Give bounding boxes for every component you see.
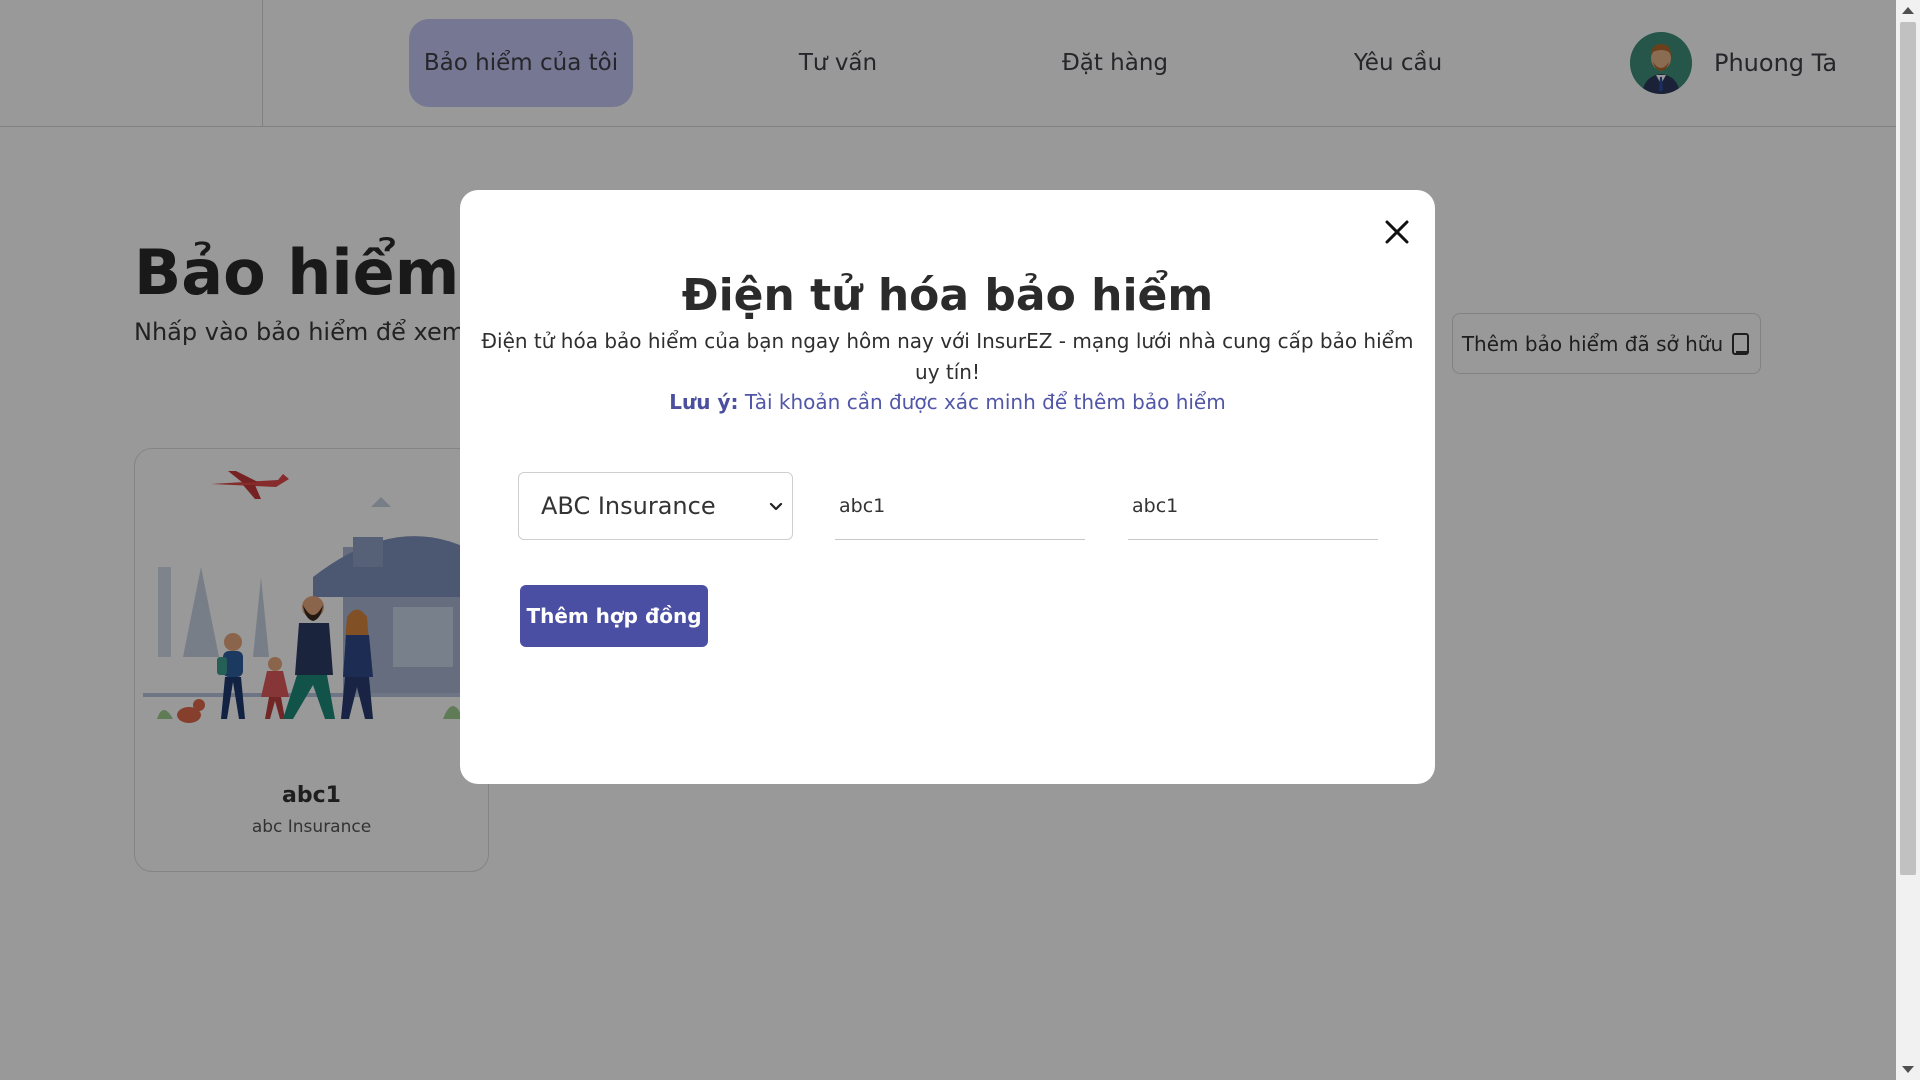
scrollbar[interactable] xyxy=(1896,0,1920,1080)
modal-note: Lưu ý: Tài khoản cần được xác minh để th… xyxy=(460,390,1435,414)
modal-note-text: Tài khoản cần được xác minh để thêm bảo … xyxy=(744,390,1226,414)
scroll-thumb[interactable] xyxy=(1900,22,1916,875)
scroll-down-icon[interactable] xyxy=(1902,1066,1914,1073)
modal-title: Điện tử hóa bảo hiểm xyxy=(681,270,1214,321)
close-icon[interactable] xyxy=(1379,214,1415,250)
digitize-insurance-modal: Điện tử hóa bảo hiểm Điện tử hóa bảo hiể… xyxy=(460,190,1435,784)
add-contract-button[interactable]: Thêm hợp đồng xyxy=(520,585,708,647)
modal-description: Điện tử hóa bảo hiểm của bạn ngay hôm na… xyxy=(481,329,1414,384)
contract-field-1[interactable] xyxy=(835,472,1085,540)
provider-select[interactable]: ABC Insurance xyxy=(518,472,793,540)
provider-select-value: ABC Insurance xyxy=(541,492,716,520)
chevron-down-icon xyxy=(769,502,783,511)
contract-field-2[interactable] xyxy=(1128,472,1378,540)
scroll-up-icon[interactable] xyxy=(1902,7,1914,14)
modal-note-label: Lưu ý: xyxy=(669,390,739,414)
